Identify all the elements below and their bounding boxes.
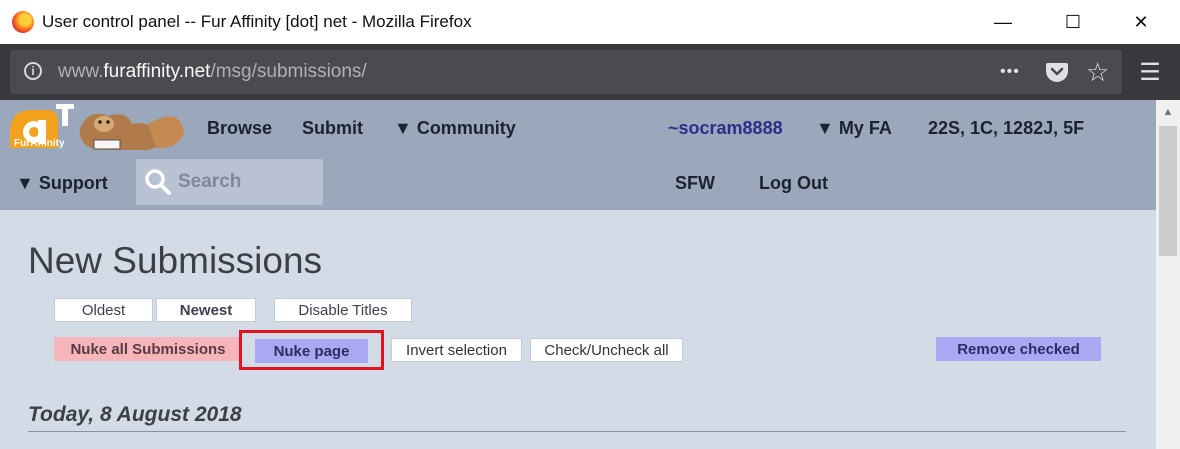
window-title: User control panel -- Fur Affinity [dot]… [42, 12, 472, 31]
url-host: furaffinity.net [103, 61, 211, 82]
browser-toolbar: i www.furaffinity.net/msg/submissions/ •… [0, 44, 1180, 100]
nav-logout[interactable]: Log Out [759, 173, 828, 194]
check-uncheck-all-button[interactable]: Check/Uncheck all [530, 338, 683, 362]
scroll-thumb[interactable] [1159, 126, 1177, 256]
nav-sfw[interactable]: SFW [675, 173, 715, 194]
nav-notifications[interactable]: 22S, 1C, 1282J, 5F [928, 118, 1084, 139]
address-bar[interactable]: i www.furaffinity.net/msg/submissions/ •… [10, 50, 1122, 94]
pocket-icon[interactable] [1044, 59, 1070, 85]
search-input[interactable]: Search [136, 159, 323, 205]
furaffinity-logo[interactable]: FurAffinity [8, 102, 188, 156]
page-actions-icon[interactable]: ••• [1000, 59, 1020, 85]
disable-titles-button[interactable]: Disable Titles [274, 298, 412, 322]
sort-newest-button[interactable]: Newest [156, 298, 256, 322]
nav-submit[interactable]: Submit [302, 118, 363, 139]
hamburger-menu-icon[interactable]: ☰ [1136, 58, 1164, 86]
search-placeholder: Search [178, 171, 242, 192]
url-path: /msg/submissions/ [210, 61, 367, 82]
invert-selection-button[interactable]: Invert selection [391, 338, 522, 362]
logo-text: FurAffinity [14, 138, 65, 149]
nav-browse[interactable]: Browse [207, 118, 272, 139]
page-viewport: FurAffinity Browse Submit ▼ Community ~s… [0, 100, 1156, 449]
site-header: FurAffinity Browse Submit ▼ Community ~s… [0, 100, 1156, 210]
minimize-button[interactable]: — [980, 0, 1026, 44]
search-icon [145, 169, 171, 195]
url-text[interactable]: www.furaffinity.net/msg/submissions/ [58, 61, 367, 83]
remove-checked-button[interactable]: Remove checked [936, 337, 1101, 361]
maximize-button[interactable]: ☐ [1050, 0, 1096, 44]
scroll-up-arrow-icon[interactable]: ▲ [1156, 106, 1180, 122]
info-icon[interactable]: i [24, 62, 42, 80]
close-button[interactable]: ✕ [1118, 0, 1164, 44]
nav-username[interactable]: ~socram8888 [668, 118, 783, 139]
url-prefix: www. [58, 61, 104, 82]
sort-oldest-button[interactable]: Oldest [54, 298, 153, 322]
nav-community[interactable]: ▼ Community [394, 118, 516, 139]
nuke-page-highlight-box [239, 330, 384, 370]
page-title: New Submissions [28, 240, 323, 281]
vertical-scrollbar[interactable]: ▲ [1156, 100, 1180, 449]
nav-support[interactable]: ▼ Support [16, 173, 108, 194]
date-heading: Today, 8 August 2018 [28, 403, 242, 426]
date-divider [28, 431, 1126, 432]
firefox-logo-icon [12, 11, 34, 33]
window-titlebar: User control panel -- Fur Affinity [dot]… [0, 0, 1180, 44]
nuke-all-submissions-button[interactable]: Nuke all Submissions [54, 337, 242, 361]
nav-my-fa[interactable]: ▼ My FA [816, 118, 892, 139]
bookmark-star-icon[interactable]: ☆ [1086, 57, 1109, 87]
